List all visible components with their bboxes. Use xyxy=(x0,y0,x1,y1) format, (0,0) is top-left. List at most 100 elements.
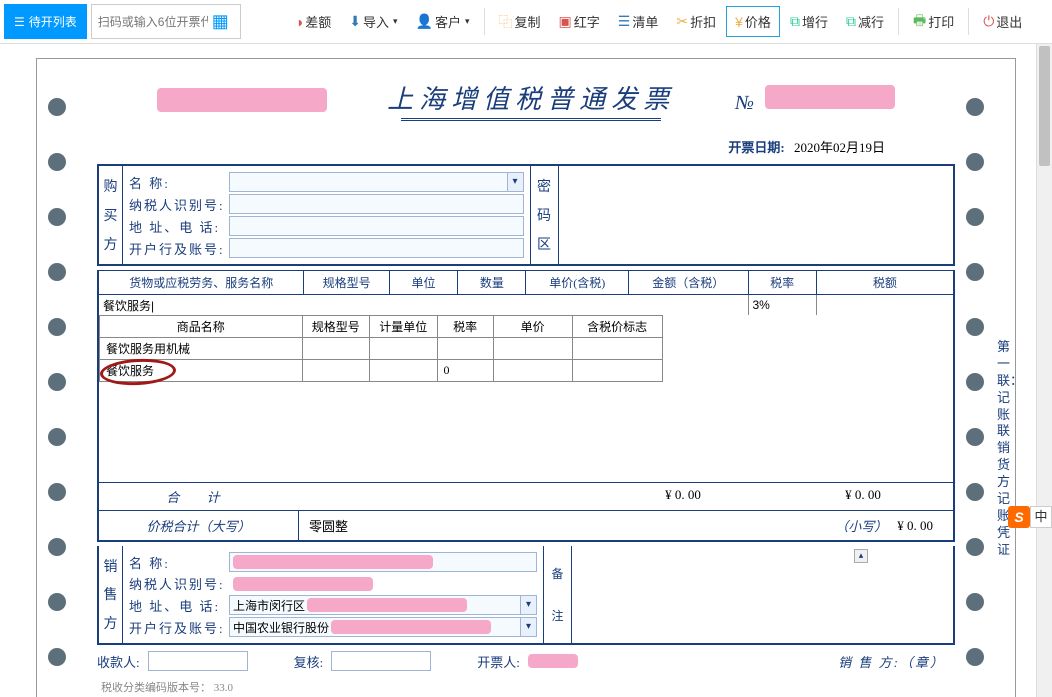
add-row-label: 增行 xyxy=(802,12,828,31)
col-price: 单价(含税) xyxy=(526,271,628,295)
stamp-label: 销 售 方:（章） xyxy=(838,652,945,671)
dropdown-icon[interactable]: ▾ xyxy=(521,595,537,615)
seller-name-input[interactable] xyxy=(229,552,537,572)
seller-bank-input[interactable]: 中国农业银行股份 xyxy=(229,617,521,637)
red-button[interactable]: ▣红字 xyxy=(551,0,608,43)
date-label: 开票日期: xyxy=(728,140,784,155)
buyer-addr-label: 地 址、电 话: xyxy=(129,217,229,236)
print-label: 打印 xyxy=(928,12,954,31)
ime-mode: 中 xyxy=(1030,506,1052,528)
buyer-addr-input[interactable] xyxy=(229,216,524,236)
customer-button[interactable]: 👤客户▾ xyxy=(408,0,478,43)
item-name-input[interactable] xyxy=(99,295,748,315)
price-button[interactable]: ¥价格 xyxy=(726,6,780,37)
invoice-title: 上海增值税普通发票 xyxy=(327,79,735,116)
add-icon: ⧉ xyxy=(790,13,800,30)
cap-small-label: （小写） xyxy=(825,511,897,540)
cap-small-value: ¥ 0. 00 xyxy=(897,513,953,539)
redacted-code xyxy=(157,88,327,112)
search-box[interactable]: ▦ xyxy=(91,4,241,39)
item-rate-input[interactable] xyxy=(749,295,816,315)
sprocket-holes-left xyxy=(37,59,77,697)
discount-button[interactable]: ✂折扣 xyxy=(668,0,724,43)
sub-col-rate: 税率 xyxy=(437,316,493,338)
sub-col-price: 单价 xyxy=(493,316,572,338)
pending-list-label: 待开列表 xyxy=(29,13,77,30)
seller-bank-label: 开户行及账号: xyxy=(129,618,229,637)
col-amount: 金额（含税） xyxy=(628,271,748,295)
del-icon: ⧉ xyxy=(846,13,856,30)
del-row-label: 减行 xyxy=(858,12,884,31)
price-label: 价格 xyxy=(745,12,771,31)
print-button[interactable]: 🖶打印 xyxy=(905,0,962,43)
seller-name-label: 名 称: xyxy=(129,553,229,572)
copy-button[interactable]: ⿻复制 xyxy=(491,0,549,43)
scrollbar-thumb[interactable] xyxy=(1039,46,1050,166)
product-lookup-table: 商品名称 规格型号 计量单位 税率 单价 含税价标志 餐饮服务用机械 餐饮服务0 xyxy=(99,315,663,382)
remark-label: 备注 xyxy=(543,546,571,643)
discount-label: 折扣 xyxy=(690,12,716,31)
redacted-seller-taxid xyxy=(233,577,373,591)
exit-button[interactable]: ⏻退出 xyxy=(975,0,1030,43)
scroll-up-icon[interactable]: ▴ xyxy=(854,549,868,563)
seller-section-label: 销售方 xyxy=(99,546,123,643)
chevron-down-icon: ▾ xyxy=(465,16,470,27)
sprocket-holes-right xyxy=(955,59,995,697)
qrcode-icon[interactable]: ▦ xyxy=(208,11,233,32)
diff-icon: ◑ xyxy=(295,14,303,30)
total-tax: ¥ 0. 00 xyxy=(773,483,953,510)
invoice-paper: 第一联：记账联 销货方记账凭证 上海增值税普通发票 № 开票日期: 2020年0… xyxy=(36,58,1016,697)
version-value: 33.0 xyxy=(214,682,233,694)
circled-item: 餐饮服务 xyxy=(106,362,154,379)
password-area xyxy=(558,166,954,264)
diff-button[interactable]: ◑差额 xyxy=(287,0,339,43)
lookup-row[interactable]: 餐饮服务用机械 xyxy=(100,338,663,360)
vertical-scrollbar[interactable] xyxy=(1036,44,1052,697)
sub-col-flag: 含税价标志 xyxy=(572,316,662,338)
dropdown-icon[interactable]: ▾ xyxy=(521,617,537,637)
cap-cn-value: 零圆整 xyxy=(299,511,825,540)
print-icon: 🖶 xyxy=(913,10,926,34)
dropdown-icon[interactable]: ▾ xyxy=(508,172,524,192)
col-name: 货物或应税劳务、服务名称 xyxy=(99,271,304,295)
add-row-button[interactable]: ⧉增行 xyxy=(782,0,836,43)
redacted-issuer xyxy=(528,654,578,668)
no-label: № xyxy=(735,92,754,114)
customer-icon: 👤 xyxy=(416,13,433,30)
list-icon: ☰ xyxy=(14,15,25,29)
issuer-label: 开票人: xyxy=(477,652,520,671)
password-section-label: 密码区 xyxy=(530,166,558,264)
reviewer-input[interactable] xyxy=(331,651,431,671)
list-button[interactable]: ☰清单 xyxy=(610,0,667,43)
lookup-row[interactable]: 餐饮服务0 xyxy=(100,360,663,382)
remark-area[interactable]: ▴ xyxy=(571,546,871,643)
col-unit: 单位 xyxy=(389,271,457,295)
diff-label: 差额 xyxy=(305,12,331,31)
sogou-icon: S xyxy=(1008,506,1030,528)
col-tax: 税额 xyxy=(816,271,953,295)
buyer-name-input[interactable] xyxy=(229,172,508,192)
buyer-bank-input[interactable] xyxy=(229,238,524,258)
date-value: 2020年02月19日 xyxy=(794,140,885,155)
import-label: 导入 xyxy=(363,12,389,31)
pending-list-button[interactable]: ☰ 待开列表 xyxy=(4,4,87,39)
search-input[interactable] xyxy=(98,15,208,29)
import-button[interactable]: ⬇导入▾ xyxy=(341,0,405,43)
sub-col-spec: 规格型号 xyxy=(302,316,370,338)
item-tax-input[interactable] xyxy=(817,295,953,315)
payee-label: 收款人: xyxy=(97,652,140,671)
chevron-down-icon: ▾ xyxy=(393,16,398,27)
payee-input[interactable] xyxy=(148,651,248,671)
ime-indicator[interactable]: S 中 xyxy=(1008,506,1052,528)
total-amount: ¥ 0. 00 xyxy=(593,483,773,510)
redacted-no xyxy=(765,85,895,109)
exit-label: 退出 xyxy=(996,12,1022,31)
red-icon: ▣ xyxy=(559,13,572,30)
seller-addr-input[interactable]: 上海市闵行区 xyxy=(229,595,521,615)
col-rate: 税率 xyxy=(748,271,816,295)
list-label: 清单 xyxy=(632,12,658,31)
cap-label: 价税合计（大写） xyxy=(99,511,299,540)
buyer-section-label: 购买方 xyxy=(99,166,123,264)
del-row-button[interactable]: ⧉减行 xyxy=(838,0,892,43)
buyer-taxid-input[interactable] xyxy=(229,194,524,214)
